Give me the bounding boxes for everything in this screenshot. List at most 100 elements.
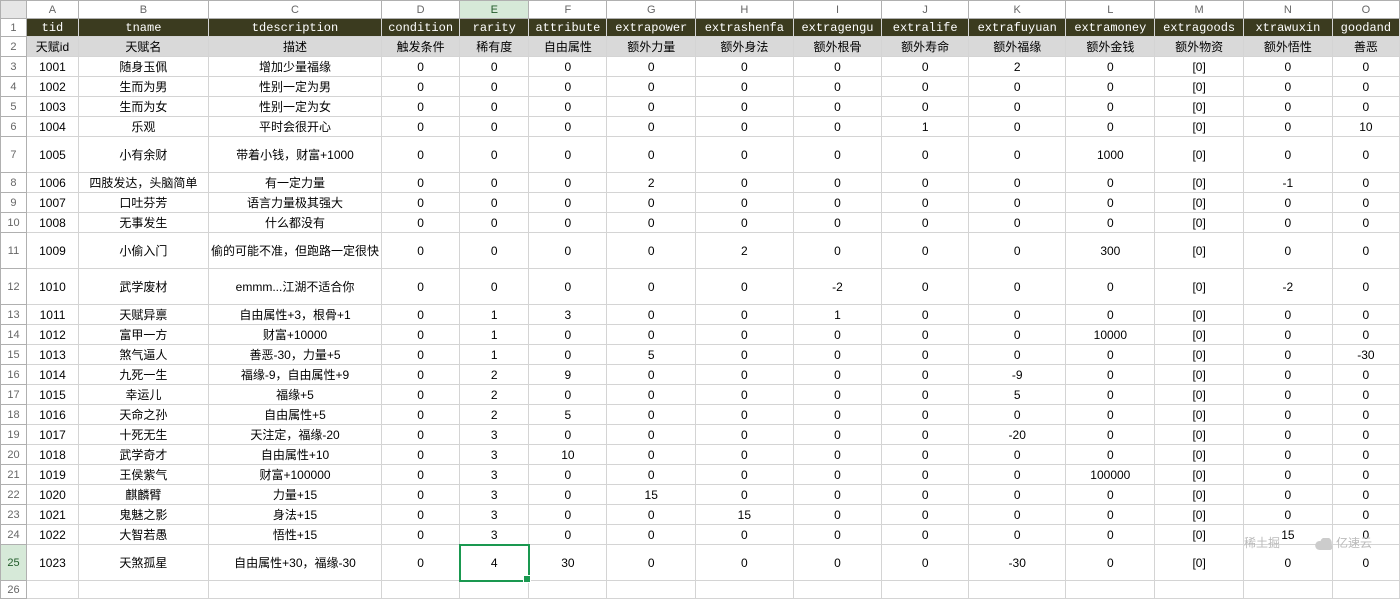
cell-N11[interactable]: 0 — [1244, 233, 1333, 269]
cell-O11[interactable]: 0 — [1332, 233, 1399, 269]
cell-I7[interactable]: 0 — [793, 137, 882, 173]
cell-I22[interactable]: 0 — [793, 485, 882, 505]
cell-F13[interactable]: 3 — [529, 305, 607, 325]
cell-H25[interactable]: 0 — [696, 545, 793, 581]
row-header-12[interactable]: 12 — [1, 269, 27, 305]
cell-O17[interactable]: 0 — [1332, 385, 1399, 405]
column-header-M[interactable]: M — [1155, 1, 1244, 19]
cell-F9[interactable]: 0 — [529, 193, 607, 213]
cell-L7[interactable]: 1000 — [1066, 137, 1155, 173]
cell-N7[interactable]: 0 — [1244, 137, 1333, 173]
cell-C17[interactable]: 福缘+5 — [208, 385, 381, 405]
cell-F23[interactable]: 0 — [529, 505, 607, 525]
cell-D25[interactable]: 0 — [382, 545, 460, 581]
cell-J20[interactable]: 0 — [882, 445, 969, 465]
cell-O23[interactable]: 0 — [1332, 505, 1399, 525]
cell-O21[interactable]: 0 — [1332, 465, 1399, 485]
cell-C14[interactable]: 财富+10000 — [208, 325, 381, 345]
row-header-2[interactable]: 2 — [1, 37, 27, 57]
cell-C5[interactable]: 性别一定为女 — [208, 97, 381, 117]
header-cell[interactable]: extramoney — [1066, 19, 1155, 37]
cell-C6[interactable]: 平时会很开心 — [208, 117, 381, 137]
cell-K3[interactable]: 2 — [968, 57, 1065, 77]
cell-H9[interactable]: 0 — [696, 193, 793, 213]
cell-G15[interactable]: 5 — [607, 345, 696, 365]
header-cell[interactable]: 额外身法 — [696, 37, 793, 57]
column-header-E[interactable]: E — [460, 1, 529, 19]
cell-O9[interactable]: 0 — [1332, 193, 1399, 213]
cell-A17[interactable]: 1015 — [26, 385, 78, 405]
cell-F11[interactable]: 0 — [529, 233, 607, 269]
cell-E8[interactable]: 0 — [460, 173, 529, 193]
row-header-19[interactable]: 19 — [1, 425, 27, 445]
cell-H19[interactable]: 0 — [696, 425, 793, 445]
cell-J23[interactable]: 0 — [882, 505, 969, 525]
cell-M19[interactable]: [0] — [1155, 425, 1244, 445]
cell-F24[interactable]: 0 — [529, 525, 607, 545]
cell-N10[interactable]: 0 — [1244, 213, 1333, 233]
cell-J14[interactable]: 0 — [882, 325, 969, 345]
cell-J8[interactable]: 0 — [882, 173, 969, 193]
cell-D16[interactable]: 0 — [382, 365, 460, 385]
cell-J7[interactable]: 0 — [882, 137, 969, 173]
cell-J4[interactable]: 0 — [882, 77, 969, 97]
column-header-I[interactable]: I — [793, 1, 882, 19]
cell-N9[interactable]: 0 — [1244, 193, 1333, 213]
cell-J11[interactable]: 0 — [882, 233, 969, 269]
cell-J15[interactable]: 0 — [882, 345, 969, 365]
cell-G14[interactable]: 0 — [607, 325, 696, 345]
cell-I23[interactable]: 0 — [793, 505, 882, 525]
cell-D26[interactable] — [382, 581, 460, 599]
column-header-L[interactable]: L — [1066, 1, 1155, 19]
cell-H21[interactable]: 0 — [696, 465, 793, 485]
cell-G13[interactable]: 0 — [607, 305, 696, 325]
cell-N15[interactable]: 0 — [1244, 345, 1333, 365]
cell-C13[interactable]: 自由属性+3，根骨+1 — [208, 305, 381, 325]
cell-H20[interactable]: 0 — [696, 445, 793, 465]
cell-C7[interactable]: 带着小钱，财富+1000 — [208, 137, 381, 173]
cell-J13[interactable]: 0 — [882, 305, 969, 325]
column-header-H[interactable]: H — [696, 1, 793, 19]
cell-H16[interactable]: 0 — [696, 365, 793, 385]
cell-F20[interactable]: 10 — [529, 445, 607, 465]
header-cell[interactable]: rarity — [460, 19, 529, 37]
cell-L4[interactable]: 0 — [1066, 77, 1155, 97]
cell-B25[interactable]: 天煞孤星 — [78, 545, 208, 581]
cell-L18[interactable]: 0 — [1066, 405, 1155, 425]
cell-E6[interactable]: 0 — [460, 117, 529, 137]
cell-H8[interactable]: 0 — [696, 173, 793, 193]
cell-J24[interactable]: 0 — [882, 525, 969, 545]
column-header-F[interactable]: F — [529, 1, 607, 19]
cell-K11[interactable]: 0 — [968, 233, 1065, 269]
cell-B9[interactable]: 口吐芬芳 — [78, 193, 208, 213]
cell-M22[interactable]: [0] — [1155, 485, 1244, 505]
cell-N22[interactable]: 0 — [1244, 485, 1333, 505]
header-cell[interactable]: 额外物资 — [1155, 37, 1244, 57]
row-header-8[interactable]: 8 — [1, 173, 27, 193]
cell-B13[interactable]: 天赋异禀 — [78, 305, 208, 325]
cell-H13[interactable]: 0 — [696, 305, 793, 325]
cell-D15[interactable]: 0 — [382, 345, 460, 365]
cell-K14[interactable]: 0 — [968, 325, 1065, 345]
cell-A15[interactable]: 1013 — [26, 345, 78, 365]
cell-B23[interactable]: 鬼魅之影 — [78, 505, 208, 525]
cell-H12[interactable]: 0 — [696, 269, 793, 305]
cell-H4[interactable]: 0 — [696, 77, 793, 97]
cell-L9[interactable]: 0 — [1066, 193, 1155, 213]
cell-I12[interactable]: -2 — [793, 269, 882, 305]
cell-O13[interactable]: 0 — [1332, 305, 1399, 325]
cell-H15[interactable]: 0 — [696, 345, 793, 365]
cell-L24[interactable]: 0 — [1066, 525, 1155, 545]
row-header-4[interactable]: 4 — [1, 77, 27, 97]
header-cell[interactable]: 额外悟性 — [1244, 37, 1333, 57]
cell-F25[interactable]: 30 — [529, 545, 607, 581]
cell-B19[interactable]: 十死无生 — [78, 425, 208, 445]
cell-N12[interactable]: -2 — [1244, 269, 1333, 305]
cell-L16[interactable]: 0 — [1066, 365, 1155, 385]
cell-F5[interactable]: 0 — [529, 97, 607, 117]
header-cell[interactable]: extrapower — [607, 19, 696, 37]
cell-H7[interactable]: 0 — [696, 137, 793, 173]
cell-D20[interactable]: 0 — [382, 445, 460, 465]
cell-B7[interactable]: 小有余财 — [78, 137, 208, 173]
cell-N21[interactable]: 0 — [1244, 465, 1333, 485]
